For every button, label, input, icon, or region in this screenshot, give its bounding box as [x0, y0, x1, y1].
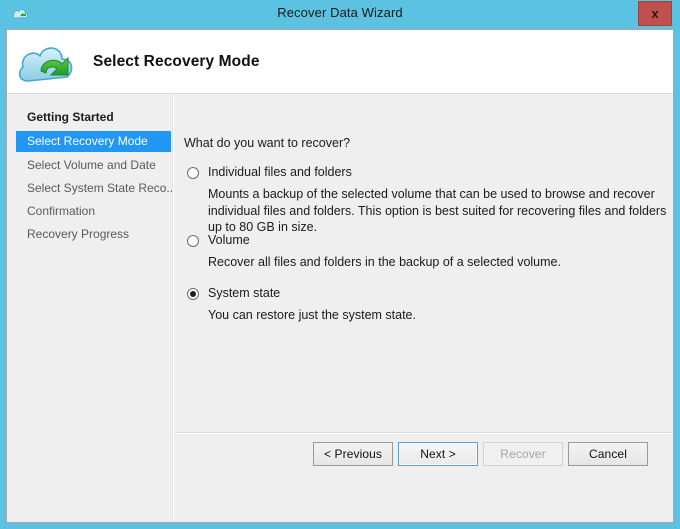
option-volume: Volume Recover all files and folders in … [184, 233, 666, 269]
option-description: You can restore just the system state. [208, 308, 416, 322]
page-title: Select Recovery Mode [93, 53, 260, 70]
wizard-button-bar: < Previous Next > Recover Cancel [174, 442, 673, 482]
footer-separator [174, 432, 673, 434]
option-system-state: System state You can restore just the sy… [184, 286, 666, 322]
radio-individual-files[interactable] [187, 167, 199, 179]
sidebar-item-select-system-state[interactable]: Select System State Reco... [16, 178, 176, 199]
option-description: Mounts a backup of the selected volume t… [208, 187, 667, 234]
window-title: Recover Data Wizard [277, 5, 403, 20]
sidebar-item-select-volume-and-date[interactable]: Select Volume and Date [16, 155, 171, 176]
sidebar-item-getting-started[interactable]: Getting Started [16, 107, 171, 128]
cancel-button[interactable]: Cancel [568, 442, 648, 466]
option-individual-files: Individual files and folders Mounts a ba… [184, 165, 666, 234]
option-label[interactable]: System state [208, 286, 280, 300]
client-area: Select Recovery Mode Getting Started Sel… [6, 29, 674, 523]
option-label[interactable]: Volume [208, 233, 250, 247]
wizard-window: Recover Data Wizard x Select Recovery Mo… [0, 0, 680, 529]
option-description: Recover all files and folders in the bac… [208, 255, 561, 269]
previous-button[interactable]: < Previous [313, 442, 393, 466]
recover-button: Recover [483, 442, 563, 466]
sidebar-item-confirmation[interactable]: Confirmation [16, 201, 171, 222]
next-button[interactable]: Next > [398, 442, 478, 466]
radio-system-state[interactable] [187, 288, 199, 300]
sidebar-item-select-recovery-mode[interactable]: Select Recovery Mode [16, 131, 171, 152]
close-button[interactable]: x [638, 1, 672, 26]
sidebar-item-recovery-progress[interactable]: Recovery Progress [16, 224, 171, 245]
wizard-banner: Select Recovery Mode [7, 30, 673, 94]
title-bar[interactable]: Recover Data Wizard x [0, 0, 680, 29]
close-icon: x [651, 6, 659, 21]
cloud-restore-icon [18, 47, 73, 82]
option-label[interactable]: Individual files and folders [208, 165, 352, 179]
radio-volume[interactable] [187, 235, 199, 247]
question-label: What do you want to recover? [184, 136, 351, 150]
wizard-step-list: Getting Started Select Recovery Mode Sel… [7, 95, 176, 522]
